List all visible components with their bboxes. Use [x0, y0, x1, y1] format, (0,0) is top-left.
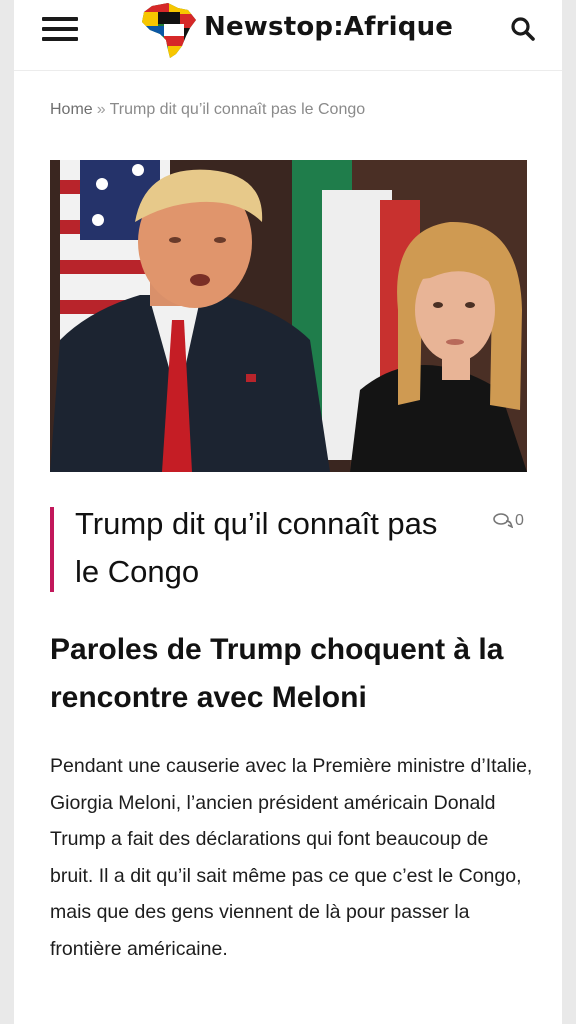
article-subheading: Paroles de Trump choquent à la rencontre… [50, 633, 504, 714]
breadcrumb-separator: » [96, 101, 106, 118]
title-accent-bar [50, 507, 54, 592]
page: Newstop:Afrique Home» Trump dit qu’il con… [14, 0, 562, 1024]
post-title: Trump dit qu’il connaît pas le Congo [75, 506, 438, 589]
article-body: Pendant une causerie avec la Première mi… [50, 755, 533, 960]
logo-text: Newstop:Afrique [204, 12, 454, 42]
search-icon[interactable] [510, 16, 536, 42]
comments-icon [493, 513, 514, 529]
africa-map-icon [142, 3, 196, 58]
featured-image [50, 160, 527, 472]
comments-link[interactable]: 0 [493, 512, 524, 530]
breadcrumb-home-link[interactable]: Home [50, 101, 93, 118]
site-logo[interactable]: Newstop:Afrique [138, 0, 453, 60]
breadcrumb: Home» Trump dit qu’il connaît pas le Cong… [50, 101, 365, 119]
site-header: Newstop:Afrique [14, 0, 562, 71]
breadcrumb-current: Trump dit qu’il connaît pas le Congo [109, 101, 366, 118]
hamburger-menu-icon[interactable] [42, 16, 80, 42]
comment-count: 0 [515, 512, 524, 529]
